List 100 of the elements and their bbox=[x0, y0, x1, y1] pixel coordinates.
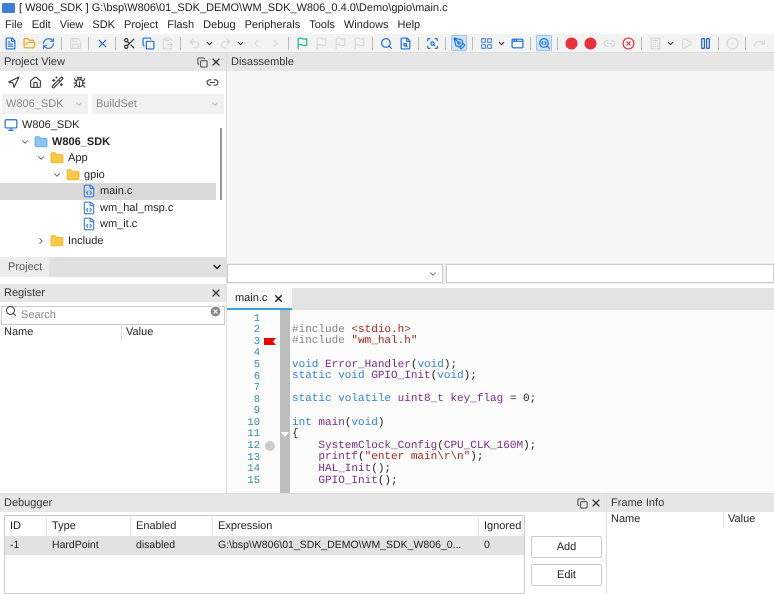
menu-item[interactable]: Flash bbox=[167, 16, 194, 34]
panel-title: Project View bbox=[4, 54, 65, 70]
breakpoint-icon[interactable] bbox=[563, 35, 579, 51]
line-number: 11 bbox=[246, 429, 260, 440]
wand-icon[interactable] bbox=[51, 76, 64, 89]
action-button[interactable]: Add bbox=[531, 536, 602, 558]
clear-breakpoint-icon[interactable] bbox=[620, 35, 636, 51]
line-number: 2 bbox=[252, 325, 260, 336]
code-line: printf("enter main\r\n"); bbox=[317, 452, 484, 464]
copy-icon[interactable] bbox=[140, 35, 156, 51]
folder-icon bbox=[66, 168, 80, 182]
tree-label: wm_it.c bbox=[100, 217, 138, 232]
menu-item[interactable]: Help bbox=[398, 16, 420, 34]
c-file-icon bbox=[82, 217, 96, 232]
editor-tab[interactable]: main.c bbox=[227, 288, 292, 310]
c-file-icon bbox=[82, 200, 96, 215]
tree-item[interactable]: wm_hal_msp.c bbox=[0, 200, 216, 216]
column-header[interactable]: Name bbox=[0, 323, 122, 341]
line-number: 5 bbox=[252, 360, 260, 370]
menu-item[interactable]: View bbox=[60, 16, 84, 34]
navigation-icon[interactable] bbox=[7, 76, 20, 89]
code-line: static void GPIO_Init(void); bbox=[291, 371, 477, 382]
folder-icon bbox=[50, 151, 64, 166]
table-cell-text: HardPoint bbox=[51, 538, 100, 553]
window-title: [ W806_SDK ] G:\bsp\W806\01_SDK_DEMO\WM_SDK_W806_0.4.0\Demo\gpio\main.c bbox=[19, 0, 448, 16]
code-line: static volatile uint8_t key_flag = 0; bbox=[291, 394, 536, 406]
refresh-icon[interactable] bbox=[40, 35, 56, 51]
float-icon[interactable] bbox=[197, 56, 208, 68]
menu-item[interactable]: Edit bbox=[32, 16, 51, 34]
bug-icon[interactable] bbox=[73, 76, 86, 89]
code-line: GPIO_Init(); bbox=[317, 476, 398, 487]
menu-item[interactable]: File bbox=[5, 16, 23, 34]
tree-label: main.c bbox=[100, 184, 132, 199]
folder-icon bbox=[50, 234, 64, 248]
close-icon[interactable] bbox=[210, 56, 222, 68]
menu-item[interactable]: Windows bbox=[344, 16, 389, 34]
line-number: 6 bbox=[252, 372, 260, 382]
code-line: SystemClock_Config(CPU_CLK_160M); bbox=[317, 440, 536, 452]
tree-item[interactable]: main.c bbox=[0, 183, 216, 200]
line-number: 8 bbox=[252, 394, 260, 406]
panel-title: Frame Info bbox=[611, 496, 664, 511]
table-cell-text: 0 bbox=[483, 538, 491, 553]
tree-item[interactable]: W806_SDK bbox=[0, 117, 216, 134]
menu-item[interactable]: Project bbox=[124, 16, 158, 34]
panel-title: Debugger bbox=[4, 496, 52, 511]
panel-title: Register bbox=[4, 286, 45, 301]
code-line: int main(void) bbox=[291, 418, 384, 429]
line-number: 14 bbox=[246, 464, 260, 475]
close-icon[interactable] bbox=[590, 497, 602, 509]
code-line: { bbox=[291, 429, 299, 440]
c-file-icon bbox=[82, 184, 96, 198]
scissors-icon[interactable] bbox=[121, 35, 137, 51]
column-header[interactable]: Value bbox=[122, 323, 226, 341]
app-logo-icon bbox=[2, 3, 15, 13]
line-number: 13 bbox=[246, 452, 260, 464]
menu-item[interactable]: Tools bbox=[309, 16, 335, 34]
code-line: #include "wm_hal.h" bbox=[291, 336, 418, 348]
menu-item[interactable]: Debug bbox=[203, 16, 236, 34]
tree-label: Include bbox=[68, 234, 104, 248]
table-cell-text: disabled bbox=[135, 538, 176, 553]
line-number: 4 bbox=[252, 348, 260, 359]
menu-item[interactable]: SDK bbox=[92, 16, 115, 34]
line-number: 3 bbox=[252, 336, 260, 348]
code-line: HAL_Init(); bbox=[317, 464, 392, 476]
tree-item[interactable]: W806_SDK bbox=[0, 134, 216, 150]
monitor-icon bbox=[4, 118, 18, 132]
tree-item[interactable]: wm_it.c bbox=[0, 216, 216, 232]
menu-item[interactable]: Peripherals bbox=[244, 16, 300, 34]
search-icon bbox=[5, 305, 17, 317]
line-number: 12 bbox=[246, 441, 260, 452]
column-header[interactable]: Value bbox=[724, 512, 774, 527]
window-search-icon[interactable] bbox=[424, 35, 440, 51]
bookmark-flag-icon bbox=[264, 338, 276, 346]
line-number: 15 bbox=[246, 476, 260, 486]
float-icon[interactable] bbox=[577, 498, 588, 508]
panel-title: Disassemble bbox=[231, 54, 294, 70]
tree-item[interactable]: gpio bbox=[0, 166, 216, 183]
debug-search-icon[interactable] bbox=[536, 35, 552, 51]
pen-icon[interactable] bbox=[451, 35, 467, 51]
tree-label: gpio bbox=[84, 168, 105, 182]
tree-label: W806_SDK bbox=[22, 118, 80, 133]
table-cell-text: -1 bbox=[9, 538, 20, 553]
breakpoints-icon[interactable] bbox=[582, 35, 598, 51]
close-icon[interactable] bbox=[210, 287, 222, 299]
home-icon[interactable] bbox=[29, 76, 42, 89]
code-line: #include <stdio.h> bbox=[291, 324, 411, 336]
line-number: 9 bbox=[252, 406, 260, 417]
column-header[interactable]: Name bbox=[607, 512, 724, 527]
search-icon[interactable] bbox=[378, 35, 394, 51]
tree-label: W806_SDK bbox=[52, 134, 110, 150]
panel-tab[interactable]: Project bbox=[0, 257, 49, 277]
tree-label: wm_hal_msp.c bbox=[100, 200, 174, 216]
table-row[interactable]: -1 HardPoint disabled G:\bsp\W806\01_SDK_DEMO\WM_SDK_W806_0... 0 bbox=[5, 536, 524, 555]
tree-item[interactable]: Include bbox=[0, 232, 216, 249]
action-button[interactable]: Edit bbox=[531, 564, 602, 586]
close-icon[interactable] bbox=[273, 292, 284, 304]
folder-icon bbox=[34, 134, 48, 149]
tree-item[interactable]: App bbox=[0, 150, 216, 166]
search-field[interactable]: Search bbox=[1, 306, 225, 324]
line-number: 10 bbox=[246, 418, 260, 428]
